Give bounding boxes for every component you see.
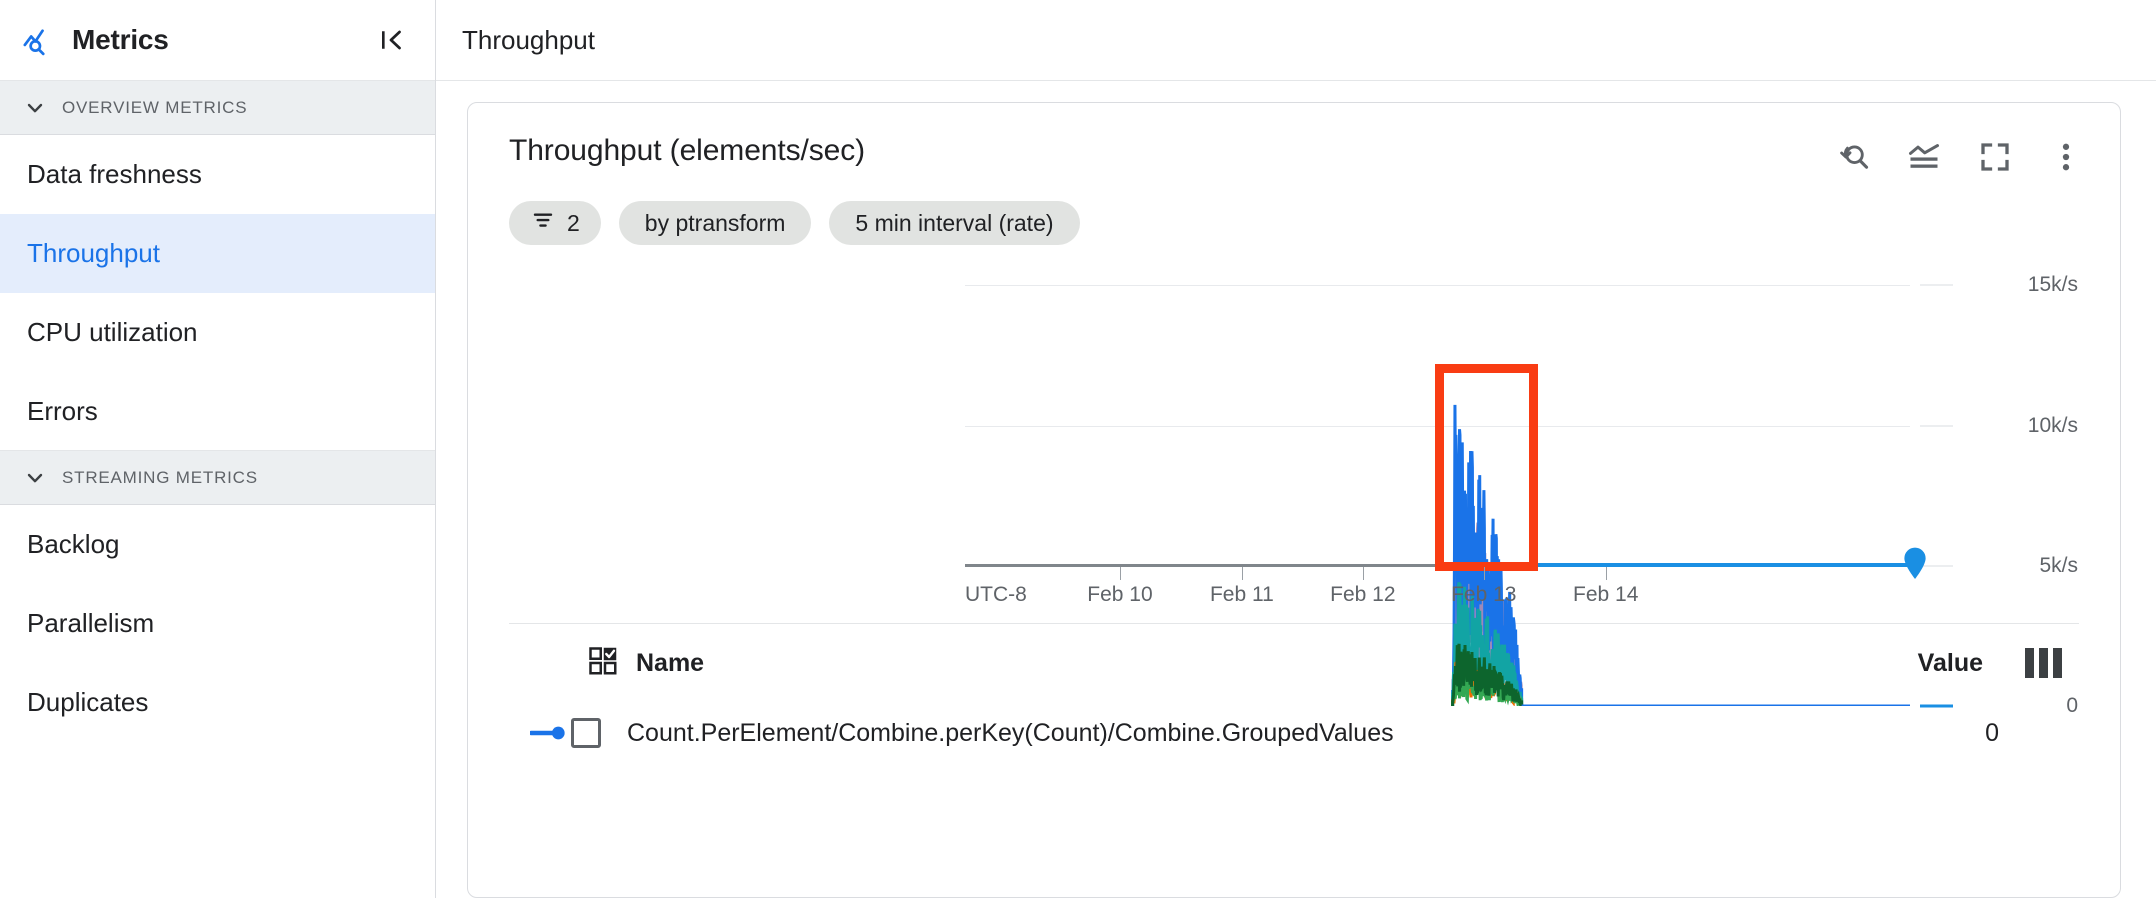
sidebar-group-label: STREAMING METRICS — [62, 467, 258, 487]
ytick-label-0: 0 — [2066, 694, 2078, 717]
chart-toolbar — [1832, 134, 2087, 178]
row-checkbox[interactable] — [571, 718, 601, 748]
chart-plot-area[interactable]: 15k/s 10k/s 5k/s 0 UTC-8 Feb 10 Feb 11 F… — [965, 273, 2078, 717]
x-axis-active-line — [1528, 563, 1910, 567]
xtick-mark-feb12 — [1362, 567, 1364, 580]
more-vert-icon[interactable] — [2045, 136, 2087, 178]
sidebar-item-parallelism[interactable]: Parallelism — [0, 584, 435, 663]
ytick-dash-15k — [1920, 284, 1953, 286]
ytick-label-15k: 15k/s — [2027, 273, 2078, 296]
sidebar-group-streaming[interactable]: STREAMING METRICS — [0, 451, 435, 505]
group-by-chip[interactable]: by ptransform — [618, 201, 812, 245]
group-by-label: by ptransform — [644, 209, 786, 236]
xtick-mark-feb10 — [1119, 567, 1121, 580]
chart-title: Throughput (elements/sec) — [509, 134, 866, 167]
ytick-label-10k: 10k/s — [2027, 414, 2078, 437]
series-color-swatch — [509, 723, 571, 743]
interval-chip[interactable]: 5 min interval (rate) — [829, 201, 1080, 245]
chart-type-icon[interactable] — [1903, 136, 1945, 178]
filter-count-label: 2 — [567, 209, 580, 236]
map-pin-marker[interactable] — [1902, 546, 1928, 580]
filter-count-chip[interactable]: 2 — [509, 201, 601, 245]
sidebar-group-overview[interactable]: OVERVIEW METRICS — [0, 81, 435, 135]
filter-icon — [530, 207, 556, 239]
throughput-chart-card: Throughput (elements/sec) 2 by ptransfor… — [467, 102, 2121, 898]
sidebar-item-throughput[interactable]: Throughput — [0, 214, 435, 293]
xtick-label-utc: UTC-8 — [965, 583, 1027, 606]
metrics-page: Metrics OVERVIEW METRICS Data freshness … — [0, 0, 2156, 898]
xtick-label-feb14: Feb 14 — [1573, 583, 1639, 606]
column-header-name[interactable]: Name — [636, 649, 704, 678]
page-title: Throughput — [462, 24, 595, 55]
grid-select-icon[interactable] — [588, 646, 618, 681]
sidebar-item-backlog[interactable]: Backlog — [0, 505, 435, 584]
chevron-down-icon — [22, 465, 48, 491]
collapse-panel-icon[interactable] — [375, 23, 409, 57]
fullscreen-icon[interactable] — [1974, 136, 2016, 178]
sidebar-group-label: OVERVIEW METRICS — [62, 97, 248, 117]
sidebar-item-label: Throughput — [27, 237, 160, 268]
columns-settings-icon[interactable] — [2025, 648, 2062, 678]
sidebar-header: Metrics — [0, 0, 435, 81]
chart-filter-chips: 2 by ptransform 5 min interval (rate) — [468, 178, 2120, 245]
main-body: Throughput (elements/sec) 2 by ptransfor… — [436, 81, 2156, 898]
xtick-label-feb10: Feb 10 — [1087, 583, 1153, 606]
ytick-label-5k: 5k/s — [2039, 554, 2078, 577]
ytick-dash-10k — [1920, 425, 1953, 427]
xtick-label-feb12: Feb 12 — [1330, 583, 1396, 606]
sidebar-item-label: Parallelism — [27, 607, 155, 638]
sidebar-title: Metrics — [72, 24, 169, 55]
main-panel: Throughput Throughput (elements/sec) 2 b… — [436, 0, 2156, 898]
series-value: 0 — [1985, 718, 1999, 747]
metrics-analytics-icon — [22, 23, 56, 57]
chevron-down-icon — [22, 95, 48, 121]
throughput-chart[interactable]: 15k/s 10k/s 5k/s 0 UTC-8 Feb 10 Feb 11 F… — [468, 263, 2120, 717]
main-header: Throughput — [436, 0, 2156, 81]
sidebar-item-errors[interactable]: Errors — [0, 372, 435, 451]
sidebar-item-label: Duplicates — [27, 686, 149, 717]
card-header: Throughput (elements/sec) — [468, 103, 2120, 178]
sidebar-item-label: Errors — [27, 395, 98, 426]
xtick-mark-feb14 — [1605, 567, 1607, 580]
sidebar-item-label: CPU utilization — [27, 316, 198, 347]
table-row[interactable]: Count.PerElement/Combine.perKey(Count)/C… — [509, 702, 2079, 764]
xtick-mark-feb11 — [1241, 567, 1243, 580]
sidebar-item-cpu-utilization[interactable]: CPU utilization — [0, 293, 435, 372]
reset-zoom-icon[interactable] — [1832, 136, 1874, 178]
series-name: Count.PerElement/Combine.perKey(Count)/C… — [627, 718, 1394, 747]
sidebar-item-data-freshness[interactable]: Data freshness — [0, 135, 435, 214]
column-header-value[interactable]: Value — [1918, 649, 1983, 678]
xtick-label-feb13: Feb 13 — [1451, 583, 1517, 606]
sidebar-item-label: Data freshness — [27, 158, 202, 189]
xtick-mark-feb13 — [1483, 567, 1485, 580]
interval-label: 5 min interval (rate) — [855, 209, 1054, 236]
sidebar: Metrics OVERVIEW METRICS Data freshness … — [0, 0, 436, 898]
xtick-label-feb11: Feb 11 — [1209, 583, 1274, 606]
sidebar-item-label: Backlog — [27, 528, 120, 559]
ytick-dash-0 — [1920, 704, 1953, 708]
chart-series-group — [965, 285, 1910, 706]
sidebar-item-duplicates[interactable]: Duplicates — [0, 663, 435, 742]
